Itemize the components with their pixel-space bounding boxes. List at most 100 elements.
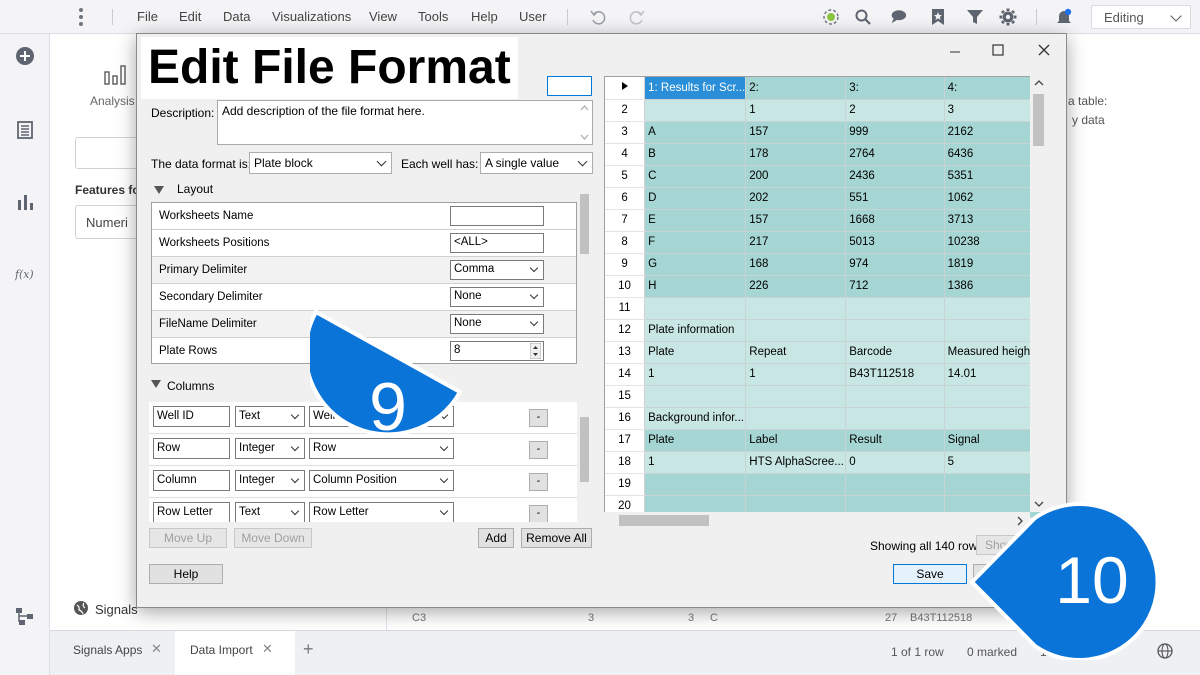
column-type-select[interactable]: Integer (235, 438, 305, 459)
numeric-select[interactable]: Numeri (75, 205, 145, 239)
close-icon[interactable] (1034, 40, 1054, 60)
preview-cell[interactable]: E (644, 209, 747, 232)
preview-cell[interactable]: Background infor... (644, 407, 747, 430)
preview-cell[interactable] (745, 385, 847, 408)
preview-vertical-scrollbar[interactable] (1030, 76, 1048, 512)
preview-cell[interactable] (845, 385, 945, 408)
preview-cell[interactable]: 1668 (845, 209, 945, 232)
minimize-icon[interactable] (945, 40, 965, 60)
move-down-button[interactable]: Move Down (234, 528, 312, 548)
format-name-input[interactable] (547, 76, 592, 96)
primary-delimiter-select[interactable]: Comma (450, 260, 544, 280)
search-icon[interactable] (854, 8, 872, 26)
add-column-button[interactable]: Add (478, 528, 514, 548)
preview-cell[interactable]: 5013 (845, 231, 945, 254)
preview-cell[interactable] (845, 407, 945, 430)
menu-data[interactable]: Data (223, 9, 250, 24)
gear-icon[interactable] (999, 8, 1017, 26)
data-icon[interactable] (15, 120, 35, 140)
preview-cell[interactable]: Result (845, 429, 945, 452)
preview-cell[interactable] (644, 473, 747, 496)
tab-signals-apps[interactable]: Signals Apps (73, 643, 142, 657)
preview-cell[interactable]: 551 (845, 187, 945, 210)
remove-column-button[interactable]: - (529, 473, 548, 491)
preview-cell[interactable]: 2764 (845, 143, 945, 166)
maximize-icon[interactable] (988, 40, 1008, 60)
chevron-up-icon[interactable] (1034, 79, 1044, 87)
help-button[interactable]: Help (149, 564, 223, 584)
menu-tools[interactable]: Tools (418, 9, 448, 24)
preview-cell[interactable]: Plate (644, 341, 747, 364)
data-format-select[interactable]: Plate block (249, 152, 392, 174)
background-input[interactable] (75, 137, 145, 169)
remove-all-button[interactable]: Remove All (521, 528, 592, 548)
preview-cell[interactable] (745, 473, 847, 496)
function-icon[interactable]: f(x) (15, 264, 35, 284)
preview-cell[interactable]: 999 (845, 121, 945, 144)
chevron-up-icon[interactable] (580, 104, 589, 113)
preview-cell[interactable]: 3: (845, 77, 945, 100)
data-canvas-icon[interactable] (15, 606, 35, 626)
preview-cell[interactable] (745, 297, 847, 320)
preview-cell[interactable]: G (644, 253, 747, 276)
collapse-triangle-icon[interactable] (154, 186, 164, 194)
preview-cell[interactable]: 1 (745, 99, 847, 122)
preview-cell[interactable] (845, 319, 945, 342)
preview-cell[interactable]: 202 (745, 187, 847, 210)
column-type-select[interactable]: Integer (235, 470, 305, 491)
preview-cell[interactable]: 200 (745, 165, 847, 188)
preview-cell[interactable]: 2436 (845, 165, 945, 188)
preview-cell[interactable]: C (644, 165, 747, 188)
column-name-input[interactable]: Well ID (153, 406, 230, 427)
preview-cell[interactable]: Barcode (845, 341, 945, 364)
move-up-button[interactable]: Move Up (149, 528, 227, 548)
preview-cell[interactable]: 157 (745, 209, 847, 232)
column-name-input[interactable]: Row Letter (153, 502, 230, 522)
undo-icon[interactable] (589, 8, 607, 26)
menu-file[interactable]: File (137, 9, 158, 24)
preview-cell[interactable]: Plate information (644, 319, 747, 342)
preview-cell[interactable]: 217 (745, 231, 847, 254)
preview-cell[interactable]: 1 (644, 451, 747, 474)
bookmark-icon[interactable] (929, 8, 947, 26)
column-type-select[interactable]: Text (235, 502, 305, 522)
preview-cell[interactable]: F (644, 231, 747, 254)
preview-cell[interactable]: 178 (745, 143, 847, 166)
close-icon[interactable]: ✕ (151, 641, 162, 657)
column-name-input[interactable]: Row (153, 438, 230, 459)
preview-cell[interactable]: 168 (745, 253, 847, 276)
comments-icon[interactable] (889, 8, 907, 26)
preview-cell[interactable]: 226 (745, 275, 847, 298)
preview-cell[interactable] (745, 319, 847, 342)
menu-visualizations[interactable]: Visualizations (272, 9, 351, 24)
column-mapping-select[interactable]: Row Letter (309, 502, 454, 522)
visualizations-icon[interactable] (15, 192, 35, 212)
description-textarea[interactable]: Add description of the file format here. (217, 100, 593, 145)
menu-view[interactable]: View (369, 9, 397, 24)
menu-user[interactable]: User (519, 9, 546, 24)
preview-cell[interactable]: D (644, 187, 747, 210)
preview-cell[interactable]: H (644, 275, 747, 298)
preview-cell[interactable] (644, 385, 747, 408)
preview-cell[interactable] (644, 99, 747, 122)
redo-icon[interactable] (628, 8, 646, 26)
remove-column-button[interactable]: - (529, 409, 548, 427)
columns-scrollbar[interactable] (577, 402, 592, 522)
chevron-down-icon[interactable] (580, 132, 589, 141)
preview-cell[interactable]: Label (745, 429, 847, 452)
preview-cell[interactable]: 1: Results for Scr... (644, 77, 747, 100)
preview-horizontal-scrollbar[interactable] (604, 512, 1030, 529)
preview-cell[interactable]: 712 (845, 275, 945, 298)
preview-cell[interactable]: A (644, 121, 747, 144)
recommendations-icon[interactable] (822, 8, 840, 26)
column-type-select[interactable]: Text (235, 406, 305, 427)
scrollbar-thumb[interactable] (1033, 94, 1044, 146)
column-name-input[interactable]: Column (153, 470, 230, 491)
mode-select[interactable]: Editing (1091, 5, 1191, 29)
worksheets-positions-input[interactable]: <ALL> (450, 233, 544, 253)
add-icon[interactable] (15, 46, 35, 66)
preview-cell[interactable] (845, 473, 945, 496)
scrollbar-thumb[interactable] (619, 515, 709, 526)
preview-cell[interactable]: B (644, 143, 747, 166)
menu-help[interactable]: Help (471, 9, 498, 24)
